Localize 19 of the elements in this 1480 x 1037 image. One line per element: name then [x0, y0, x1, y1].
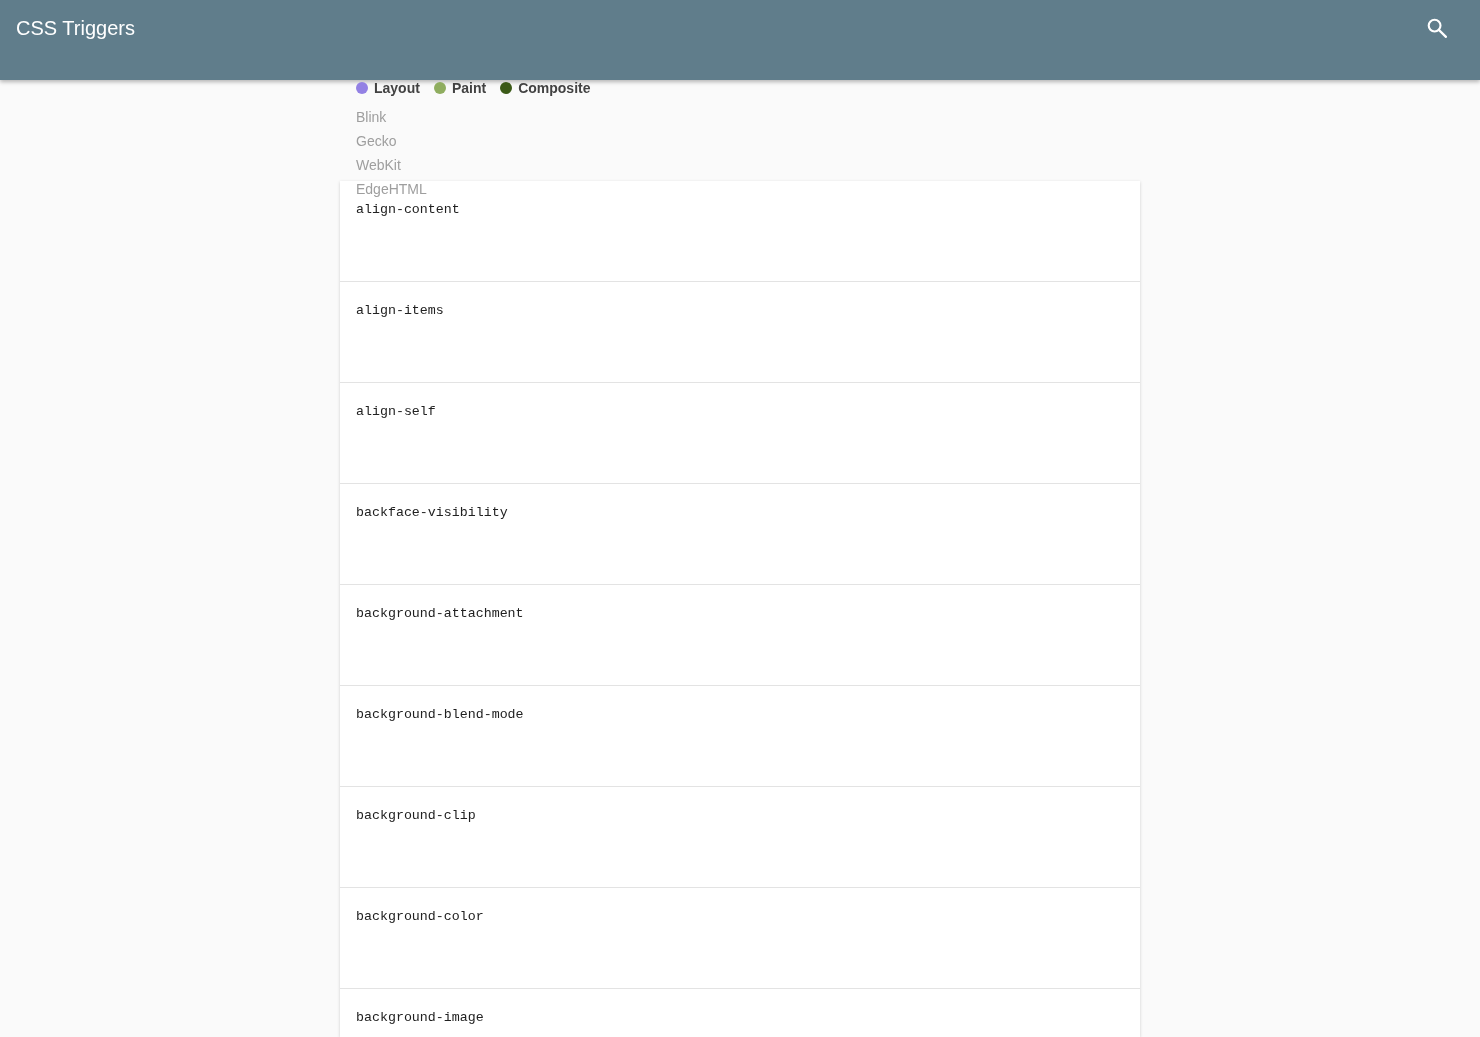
property-name: background-clip [356, 807, 476, 825]
legend-label: Paint [451, 80, 487, 96]
property-name: align-self [356, 403, 436, 421]
property-name: align-content [356, 201, 460, 219]
legend-label: Layout [374, 80, 420, 96]
property-name: background-attachment [356, 605, 524, 623]
property-name: align-items [356, 302, 444, 320]
search-button[interactable] [1425, 16, 1449, 40]
property-name: background-color [356, 908, 484, 926]
app-title: CSS Triggers [16, 16, 135, 40]
engine-label: Blink [356, 108, 387, 127]
legend-label: Composite [518, 80, 591, 96]
engine-label: Gecko [356, 132, 397, 151]
property-name: background-blend-mode [356, 706, 524, 724]
engine-label: EdgeHTML [356, 180, 427, 199]
property-name: background-image [356, 1009, 484, 1027]
property-name: backface-visibility [356, 504, 508, 522]
search-icon [1427, 18, 1447, 38]
engine-label: WebKit [356, 156, 401, 175]
